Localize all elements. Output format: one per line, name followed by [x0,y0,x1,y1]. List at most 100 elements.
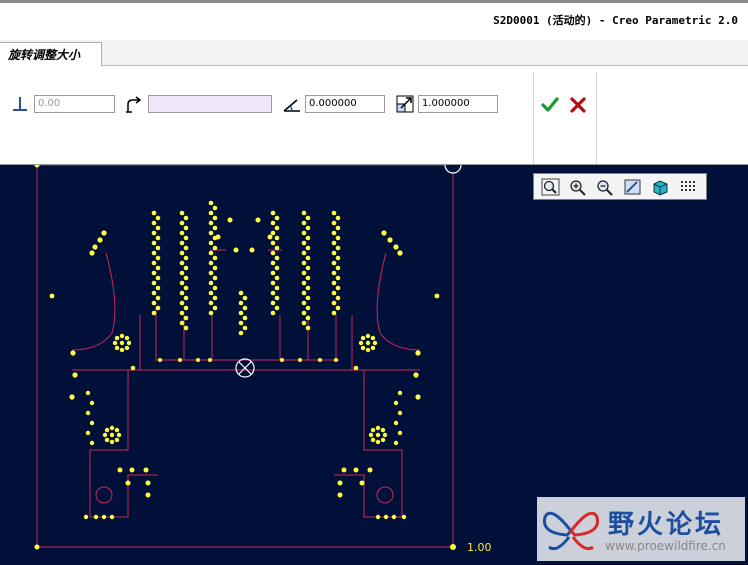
sketch-point [155,225,161,231]
scale-icon [396,95,414,113]
refit-icon[interactable] [541,178,560,196]
sketch-point [83,514,89,520]
sketch-point [242,325,248,331]
sketch-point [274,255,280,261]
sketch-point [208,300,214,306]
sketch-point [179,290,185,296]
sketch-point [151,280,157,286]
offset-field[interactable]: 0.00 [34,95,115,113]
sketch-point [301,270,307,276]
sketch-point [119,333,125,339]
sketch-point [393,420,399,426]
sketch-point [335,215,341,221]
sketch-point [112,340,118,346]
sketch-point [208,250,214,256]
sketch-point [97,237,103,243]
sketch-point [212,215,218,221]
reference-icon [126,96,142,113]
sketch-point [301,320,307,326]
sketch-point [380,427,386,433]
sketch-point [183,295,189,301]
sketch-point [335,285,341,291]
sketch-point [397,410,403,416]
sketch-point [298,358,302,362]
cancel-x-icon[interactable] [568,95,588,115]
dashboard-separator [533,72,534,164]
sketch-point [179,310,185,316]
sketch-point [375,432,381,438]
sketch-point [155,275,161,281]
scale-factor-field[interactable]: 1.000000 [418,95,498,113]
sketch-point [331,210,337,216]
sketch-point [151,250,157,256]
sketch-point [104,437,110,443]
sketch-point [179,320,185,326]
sketch-point [360,335,366,341]
sketch-point [158,358,162,362]
sketch-point [367,467,373,473]
display-style-icon[interactable] [651,178,670,196]
sketch-point [89,420,95,426]
sketch-point [274,275,280,281]
sketch-point [145,492,151,498]
rotate-handle[interactable] [235,358,255,378]
sketch-point [155,305,161,311]
sketch-point [360,345,366,351]
sketch-point [359,480,365,486]
reference-collector[interactable] [148,95,272,113]
sketch-point [101,230,107,236]
sketch-point [335,235,341,241]
sketch-point [331,220,337,226]
sketch-point [365,347,371,353]
sketch-point [331,290,337,296]
sketch-point [370,345,376,351]
sketch-point [208,270,214,276]
sketch-point [434,293,440,299]
sketch-point [255,217,261,223]
sketch-point [370,437,376,443]
ok-checkmark-icon[interactable] [540,95,560,115]
sketch-point [124,345,130,351]
tab-rotate-resize[interactable]: 旋转调整大小 [0,42,102,67]
sketch-point [372,340,378,346]
resize-handle-bottom[interactable] [450,544,456,550]
sketch-point [109,425,115,431]
sketcher-display-icon[interactable] [679,178,698,196]
zoom-in-icon[interactable] [568,178,587,196]
sketch-point [155,215,161,221]
sketch-point [114,335,120,341]
zoom-out-icon[interactable] [595,178,614,196]
sketch-point [301,310,307,316]
resize-handle-top[interactable] [444,165,462,174]
sketch-point [270,290,276,296]
sketch-point [387,237,393,243]
sketch-point [212,205,218,211]
sketch-point [249,247,255,253]
sketch-point [331,230,337,236]
sketch-point [179,280,185,286]
sketch-point [365,333,371,339]
sketch-point [305,245,311,251]
sketch-point [335,275,341,281]
sketch-point [102,432,108,438]
sketch-point [183,225,189,231]
sketch-point [238,310,244,316]
sketch-point [183,275,189,281]
rotation-angle-field[interactable]: 0.000000 [305,95,385,113]
corner-marker [34,165,40,168]
repaint-icon[interactable] [623,178,642,196]
sketch-point [305,305,311,311]
sketch-point [125,480,131,486]
sketch-point [397,390,403,396]
sketch-point [227,217,233,223]
sketch-point [270,240,276,246]
sketch-point [358,340,364,346]
sketch-point [70,350,76,356]
sketch-point [397,430,403,436]
sketch-point [331,280,337,286]
sketch-point [301,220,307,226]
sketch-point [183,305,189,311]
sketch-point [117,467,123,473]
sketch-point [305,265,311,271]
sketch-point [280,358,284,362]
